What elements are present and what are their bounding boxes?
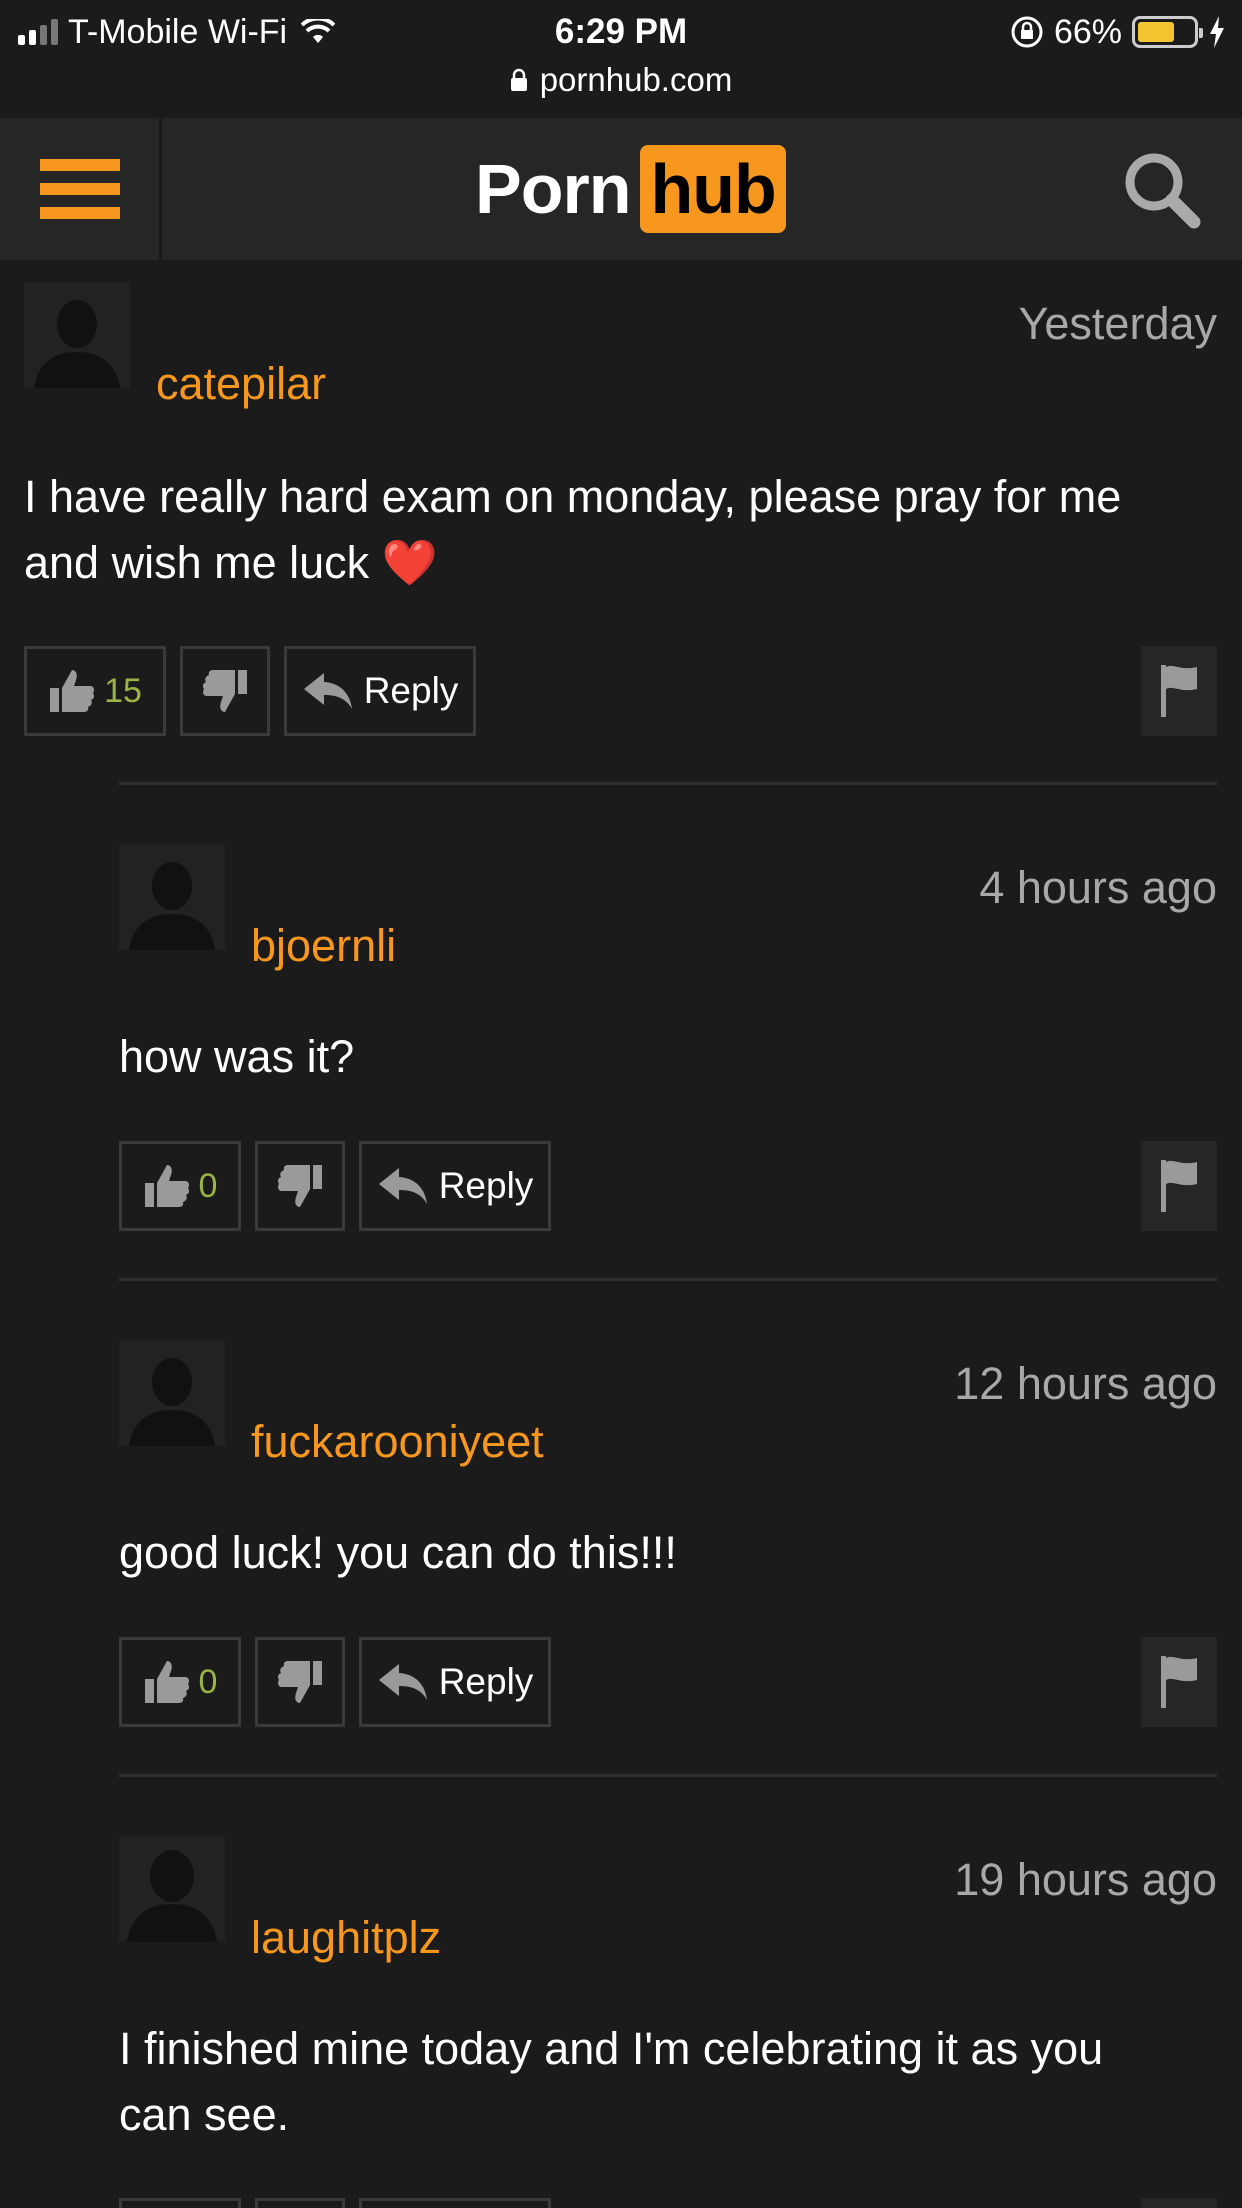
url-text: pornhub.com: [539, 61, 733, 98]
comment-divider: [119, 1774, 1217, 1777]
comment-username[interactable]: fuckarooniyeet: [251, 1416, 544, 1468]
comment-body: I have really hard exam on monday, pleas…: [24, 464, 1121, 596]
comment-text-line: and wish me luck ❤️: [24, 530, 1121, 596]
comment-actions: 15 Reply: [24, 646, 476, 736]
comment-divider: [119, 1278, 1217, 1281]
user-silhouette-icon: [34, 300, 120, 388]
thumbs-down-button[interactable]: [255, 1637, 345, 1727]
comment-text-line: I finished mine today and I'm celebratin…: [119, 2023, 1104, 2074]
comment-text-line: good luck! you can do this!!!: [119, 1527, 677, 1578]
comment-actions: 0 Reply: [119, 1637, 551, 1727]
status-bar: T-Mobile Wi-Fi 6:29 PM 66% pornhub.com: [0, 0, 1242, 118]
avatar[interactable]: [119, 844, 225, 950]
site-header: Porn hub: [0, 118, 1242, 260]
avatar[interactable]: [119, 1836, 225, 1942]
flag-icon: [1161, 1656, 1197, 1708]
thumbs-up-button[interactable]: 15: [24, 646, 166, 736]
comment-text-line: can see.: [119, 2089, 290, 2140]
flag-button[interactable]: [1141, 1637, 1217, 1727]
thumbs-down-button[interactable]: [255, 1141, 345, 1231]
user-silhouette-icon: [129, 1358, 215, 1446]
thumbs-up-button[interactable]: [119, 2198, 241, 2208]
comment-divider: [119, 782, 1217, 785]
rotation-lock-icon: [1011, 16, 1043, 48]
like-count: 0: [198, 1662, 218, 1701]
hamburger-menu-icon[interactable]: [0, 118, 162, 260]
address-bar[interactable]: pornhub.com: [0, 58, 1242, 102]
like-count: 0: [198, 1166, 218, 1205]
thumbs-up-button[interactable]: 0: [119, 1637, 241, 1727]
reply-label: Reply: [438, 1661, 534, 1702]
avatar[interactable]: [119, 1340, 225, 1446]
thumbs-up-icon: [50, 670, 95, 712]
comment-text-line: I have really hard exam on monday, pleas…: [24, 471, 1122, 522]
reply-arrow-icon: [303, 673, 352, 709]
comment-time: Yesterday: [1018, 298, 1217, 349]
comment-reply: 19 hours ago laughitplz I finished mine …: [119, 1836, 1217, 2208]
avatar[interactable]: [24, 282, 130, 388]
comment-time: 12 hours ago: [954, 1358, 1217, 1409]
comment-reply: 12 hours ago fuckarooniyeet good luck! y…: [119, 1340, 1217, 1727]
reply-button[interactable]: Reply: [359, 1141, 551, 1231]
thumbs-down-button[interactable]: [180, 646, 270, 736]
reply-button[interactable]: Reply: [284, 646, 476, 736]
reply-arrow-icon: [378, 1664, 427, 1700]
reply-button[interactable]: Reply: [359, 1637, 551, 1727]
comment-username[interactable]: catepilar: [156, 358, 326, 410]
comment-actions: [119, 2198, 551, 2208]
status-right: 66%: [1010, 10, 1226, 54]
comment-body: good luck! you can do this!!!: [119, 1520, 677, 1586]
comment: Yesterday catepilar I have really hard e…: [24, 282, 1217, 736]
thumbs-up-icon: [144, 1165, 189, 1207]
logo-text-left: Porn: [475, 150, 631, 228]
comment-body: I finished mine today and I'm celebratin…: [119, 2016, 1103, 2148]
thumbs-up-icon: [144, 1661, 189, 1703]
reply-label: Reply: [363, 670, 459, 711]
search-icon[interactable]: [1122, 150, 1202, 230]
thumbs-down-icon: [277, 1165, 322, 1207]
reply-button[interactable]: [359, 2198, 551, 2208]
user-silhouette-icon: [129, 862, 215, 950]
comment-reply: 4 hours ago bjoernli how was it? 0 Reply: [119, 844, 1217, 1231]
comment-username[interactable]: laughitplz: [251, 1912, 441, 1964]
comment-body: how was it?: [119, 1024, 354, 1090]
flag-icon: [1161, 665, 1197, 717]
comment-username[interactable]: bjoernli: [251, 920, 396, 972]
thumbs-up-button[interactable]: 0: [119, 1141, 241, 1231]
reply-label: Reply: [438, 1165, 534, 1206]
comment-time: 19 hours ago: [954, 1854, 1217, 1905]
like-count: 15: [104, 671, 142, 710]
site-logo[interactable]: Porn hub: [475, 144, 786, 234]
flag-button[interactable]: [1141, 1141, 1217, 1231]
battery-percent: 66%: [1053, 12, 1122, 51]
charging-icon: [1210, 16, 1224, 48]
battery-fill: [1138, 22, 1174, 42]
reply-arrow-icon: [378, 1168, 427, 1204]
heart-emoji: ❤️: [381, 537, 438, 588]
flag-button[interactable]: [1141, 646, 1217, 736]
comment-text-line: how was it?: [119, 1031, 355, 1082]
comment-time: 4 hours ago: [979, 862, 1217, 913]
lock-icon: [510, 68, 527, 91]
logo-text-right: hub: [640, 145, 786, 233]
thumbs-down-icon: [277, 1661, 322, 1703]
thumbs-down-icon: [202, 670, 247, 712]
flag-button[interactable]: [1141, 2198, 1217, 2208]
comment-text-line2: and wish me luck: [24, 537, 370, 588]
user-silhouette-icon: [127, 1850, 217, 1942]
flag-icon: [1161, 1160, 1197, 1212]
thumbs-down-button[interactable]: [255, 2198, 345, 2208]
comment-actions: 0 Reply: [119, 1141, 551, 1231]
battery-icon: [1132, 16, 1203, 48]
